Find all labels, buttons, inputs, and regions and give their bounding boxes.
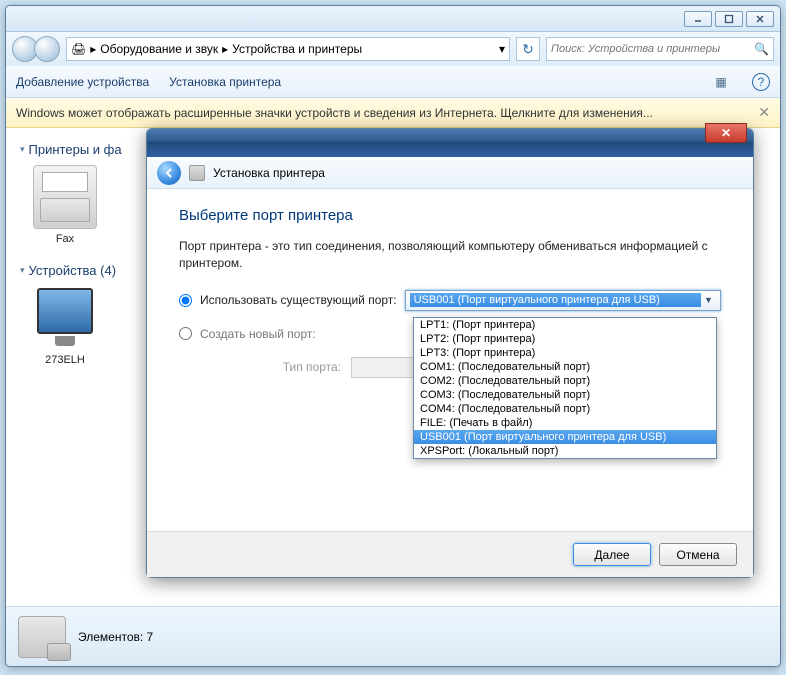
fax-icon xyxy=(33,165,97,229)
dialog-back-button[interactable] xyxy=(157,161,181,185)
dialog-titlebar: ✕ xyxy=(147,129,753,157)
breadcrumb[interactable]: 🖨 ▸ Оборудование и звук ▸ Устройства и п… xyxy=(66,37,510,61)
add-printer-link[interactable]: Установка принтера xyxy=(169,75,281,89)
maximize-button[interactable] xyxy=(715,11,743,27)
port-option[interactable]: COM4: (Последовательный порт) xyxy=(414,402,716,416)
port-option[interactable]: FILE: (Печать в файл) xyxy=(414,416,716,430)
status-count: Элементов: 7 xyxy=(78,630,153,644)
port-option[interactable]: XPSPort: (Локальный порт) xyxy=(414,444,716,458)
device-label: Fax xyxy=(20,233,110,245)
address-bar: 🖨 ▸ Оборудование и звук ▸ Устройства и п… xyxy=(6,32,780,66)
devices-icon: 🖨 xyxy=(71,42,86,56)
next-button[interactable]: Далее xyxy=(573,543,651,566)
search-input[interactable] xyxy=(551,43,754,55)
port-dropdown-list[interactable]: LPT1: (Порт принтера)LPT2: (Порт принтер… xyxy=(413,317,717,459)
forward-button[interactable] xyxy=(34,36,60,62)
port-combo[interactable]: USB001 (Порт виртуального принтера для U… xyxy=(405,290,721,311)
printer-icon xyxy=(189,165,205,181)
dialog-title: Выберите порт принтера xyxy=(179,207,721,224)
port-option[interactable]: USB001 (Порт виртуального принтера для U… xyxy=(414,430,716,444)
radio-new-port[interactable] xyxy=(179,327,192,340)
radio-new-port-label[interactable]: Создать новый порт: xyxy=(200,327,316,341)
breadcrumb-seg-2[interactable]: Устройства и принтеры xyxy=(232,42,362,56)
breadcrumb-dropdown[interactable]: ▾ xyxy=(499,42,505,56)
add-device-link[interactable]: Добавление устройства xyxy=(16,75,149,89)
cancel-button[interactable]: Отмена xyxy=(659,543,737,566)
port-combo-value: USB001 (Порт виртуального принтера для U… xyxy=(410,293,701,307)
minimize-button[interactable] xyxy=(684,11,712,27)
search-box[interactable]: 🔍 xyxy=(546,37,774,61)
monitor-icon xyxy=(33,286,97,350)
port-option[interactable]: COM2: (Последовательный порт) xyxy=(414,374,716,388)
port-option[interactable]: LPT1: (Порт принтера) xyxy=(414,318,716,332)
breadcrumb-seg-1[interactable]: Оборудование и звук xyxy=(100,42,218,56)
radio-existing-port-row: Использовать существующий порт: USB001 (… xyxy=(179,290,721,311)
view-options-icon[interactable]: ▦ xyxy=(710,71,732,93)
info-bar-close-icon[interactable]: ✕ xyxy=(758,104,770,121)
radio-existing-port-label[interactable]: Использовать существующий порт: xyxy=(200,293,397,307)
status-bar: Элементов: 7 xyxy=(6,606,780,666)
dialog-header: Установка принтера xyxy=(147,157,753,189)
refresh-button[interactable]: ↻ xyxy=(516,37,540,61)
chevron-down-icon: ▼ xyxy=(701,295,716,305)
port-option[interactable]: COM1: (Последовательный порт) xyxy=(414,360,716,374)
dialog-footer: Далее Отмена xyxy=(147,531,753,577)
info-bar-text: Windows может отображать расширенные зна… xyxy=(16,106,653,120)
dialog-header-label: Установка принтера xyxy=(213,166,325,180)
dialog-close-button[interactable]: ✕ xyxy=(705,123,747,143)
device-monitor[interactable]: 273ELH xyxy=(20,286,110,366)
search-icon: 🔍 xyxy=(754,42,769,56)
port-option[interactable]: COM3: (Последовательный порт) xyxy=(414,388,716,402)
dialog-description: Порт принтера - это тип соединения, позв… xyxy=(179,238,721,272)
titlebar xyxy=(6,6,780,32)
device-fax[interactable]: Fax xyxy=(20,165,110,245)
device-label: 273ELH xyxy=(20,354,110,366)
close-button[interactable] xyxy=(746,11,774,27)
help-icon[interactable]: ? xyxy=(752,73,770,91)
port-option[interactable]: LPT2: (Порт принтера) xyxy=(414,332,716,346)
status-devices-icon xyxy=(18,616,66,658)
command-bar: Добавление устройства Установка принтера… xyxy=(6,66,780,98)
port-type-label: Тип порта: xyxy=(201,360,341,374)
info-bar[interactable]: Windows может отображать расширенные зна… xyxy=(6,98,780,128)
port-option[interactable]: LPT3: (Порт принтера) xyxy=(414,346,716,360)
nav-buttons xyxy=(12,36,60,62)
radio-existing-port[interactable] xyxy=(179,294,192,307)
